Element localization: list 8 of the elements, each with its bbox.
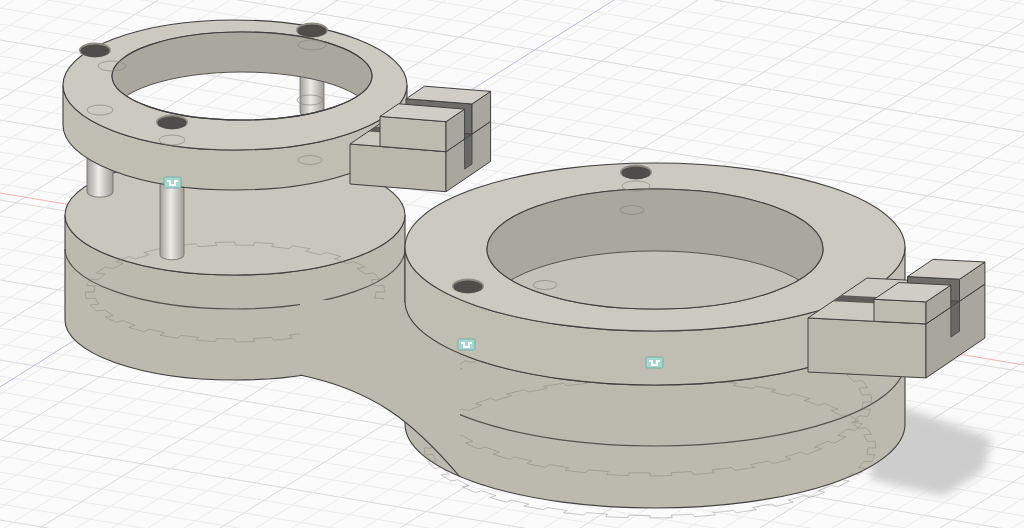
mounting-hole (452, 278, 484, 294)
joint-icon (457, 338, 476, 351)
mounting-hole (156, 114, 188, 130)
joint-icon (645, 356, 664, 369)
mounting-hole (620, 164, 652, 180)
mounting-hole (296, 22, 328, 38)
joint-icon (163, 176, 182, 189)
mounting-hole (79, 42, 111, 58)
